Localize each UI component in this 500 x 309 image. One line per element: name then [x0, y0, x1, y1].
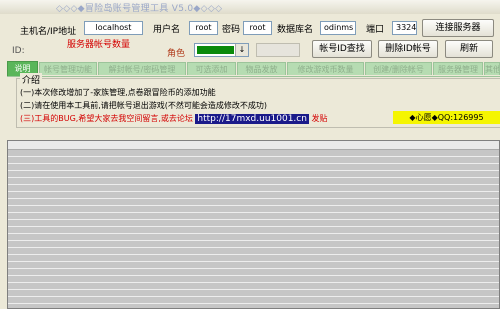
id-search-button[interactable]: 帐号ID查找	[312, 40, 372, 58]
grid-row	[8, 220, 499, 227]
password-input[interactable]: root	[243, 21, 272, 35]
grid-row	[8, 206, 499, 213]
host-label: 主机名/IP地址	[20, 27, 77, 37]
grid-row	[8, 241, 499, 248]
account-grid[interactable]	[7, 140, 500, 309]
window-titlebar: ◇◇◇◆冒险岛账号管理工具 V5.0◆◇◇◇	[0, 0, 500, 14]
role-label: 角色	[167, 49, 186, 59]
name-input[interactable]	[256, 43, 300, 57]
tab-unban-password[interactable]: 解封帐号/密码管理	[98, 62, 186, 75]
grid-row	[8, 178, 499, 185]
grid-row	[8, 150, 499, 157]
tab-create-delete-account[interactable]: 创建/删除帐号	[365, 62, 432, 75]
window-title: ◇◇◇◆冒险岛账号管理工具 V5.0◆◇◇◇	[56, 4, 223, 14]
port-label: 端口	[366, 25, 385, 35]
grid-row	[8, 227, 499, 234]
intro-line-3: (三)工具的BUG,希望大家去我空间留言,或去论坛 http://17mxd.u…	[20, 113, 328, 124]
id-label: ID:	[12, 46, 25, 56]
port-input[interactable]: 3324	[392, 21, 417, 35]
tab-optional-add[interactable]: 可选添加	[187, 62, 236, 75]
grid-row	[8, 234, 499, 241]
grid-row	[8, 185, 499, 192]
tab-other-functions[interactable]: 其他功能	[484, 62, 500, 75]
role-dropdown-value	[197, 46, 234, 54]
host-input[interactable]: localhost	[84, 21, 143, 35]
refresh-button[interactable]: 刷新	[445, 40, 493, 58]
chevron-down-icon[interactable]: ↓	[235, 44, 248, 56]
intro-line-1: (一)本次修改增加了-家族管理,点卷跟冒险币的添加功能	[20, 88, 216, 97]
intro-line-2: (二)请在使用本工具前,请把帐号退出游戏(不然可能会造成修改不成功)	[20, 101, 268, 110]
grid-row	[8, 255, 499, 262]
grid-row	[8, 192, 499, 199]
grid-row	[8, 262, 499, 269]
grid-row	[8, 290, 499, 297]
intro-legend: 介绍	[20, 73, 43, 86]
tab-modify-currency[interactable]: 修改游戏币数量	[287, 62, 364, 75]
intro-line-3-prefix: (三)工具的BUG,希望大家去我空间留言,或去论坛	[20, 114, 193, 123]
grid-row	[8, 283, 499, 290]
grid-row	[8, 164, 499, 171]
qq-badge: ◆心愿◆QQ:126995	[393, 111, 500, 124]
grid-row	[8, 304, 499, 308]
tab-item-distribution[interactable]: 物品发放	[237, 62, 286, 75]
server-count-label: 服务器帐号数量	[67, 40, 131, 50]
delete-id-button[interactable]: 删除ID帐号	[378, 40, 438, 58]
tab-account-functions[interactable]: 帐号管理功能	[39, 62, 97, 75]
grid-row	[8, 157, 499, 164]
tab-strip: 说明 帐号管理功能 解封帐号/密码管理 可选添加 物品发放 修改游戏币数量 创建…	[7, 61, 500, 76]
grid-row	[8, 297, 499, 304]
grid-header	[8, 141, 499, 150]
role-dropdown[interactable]: ↓	[194, 43, 249, 57]
db-label: 数据库名	[277, 25, 314, 35]
grid-row	[8, 276, 499, 283]
user-label: 用户名	[153, 25, 181, 35]
grid-row	[8, 199, 499, 206]
grid-row	[8, 248, 499, 255]
password-label: 密码	[222, 25, 241, 35]
grid-row	[8, 269, 499, 276]
connect-button[interactable]: 连接服务器	[422, 19, 494, 37]
intro-line-3-suffix: 发贴	[311, 114, 328, 123]
forum-link[interactable]: http://17mxd.uu1001.cn	[195, 114, 309, 124]
user-input[interactable]: root	[189, 21, 218, 35]
db-input[interactable]: odinms	[320, 21, 356, 35]
tab-server-management[interactable]: 服务器管理	[433, 62, 483, 75]
grid-row	[8, 171, 499, 178]
grid-row	[8, 213, 499, 220]
